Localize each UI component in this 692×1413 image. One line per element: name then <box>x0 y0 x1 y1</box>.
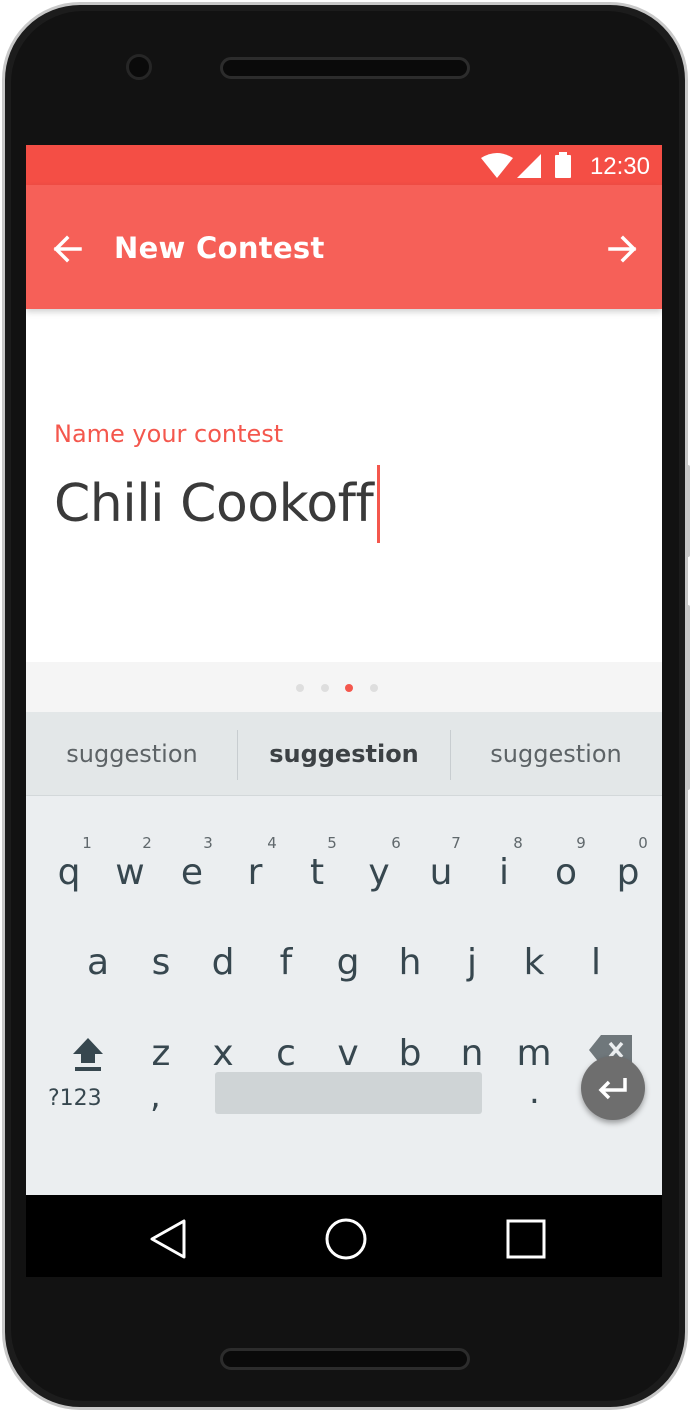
key-i[interactable]: i <box>477 852 531 893</box>
enter-key[interactable] <box>581 1056 645 1120</box>
suggestion-right[interactable]: suggestion <box>450 740 662 768</box>
key-hint: 3 <box>203 834 213 852</box>
key-q[interactable]: q <box>42 852 96 893</box>
key-v[interactable]: v <box>321 1033 375 1074</box>
status-bar: 12:30 <box>26 145 662 185</box>
key-hint: 2 <box>142 834 152 852</box>
symbols-key[interactable]: ?123 <box>48 1086 102 1111</box>
key-w[interactable]: w <box>103 852 157 893</box>
volume-button <box>686 605 690 790</box>
period-key[interactable]: . <box>529 1072 540 1112</box>
key-hint: 1 <box>82 834 92 852</box>
key-r[interactable]: r <box>228 852 282 893</box>
back-triangle-icon[interactable] <box>146 1217 190 1261</box>
key-g[interactable]: g <box>321 942 375 983</box>
key-d[interactable]: d <box>196 942 250 983</box>
page-title: New Contest <box>114 231 325 265</box>
key-t[interactable]: t <box>290 852 344 893</box>
contest-name-value: Chili Cookoff <box>54 474 374 534</box>
power-button <box>686 465 690 557</box>
arrow-left-icon[interactable] <box>48 229 88 269</box>
text-cursor <box>377 465 381 543</box>
key-b[interactable]: b <box>383 1033 437 1074</box>
page-indicator <box>26 662 662 712</box>
suggestion-left[interactable]: suggestion <box>26 740 238 768</box>
home-circle-icon[interactable] <box>324 1217 368 1261</box>
key-u[interactable]: u <box>414 852 468 893</box>
keyboard: 1 q 2 w 3 e 4 r 5 t 6 y 7 u 8 i 9 o 0 p … <box>26 796 662 1195</box>
key-j[interactable]: j <box>445 942 499 983</box>
battery-icon <box>555 152 571 178</box>
page-dot <box>370 684 378 692</box>
key-a[interactable]: a <box>71 942 125 983</box>
key-p[interactable]: p <box>601 852 655 893</box>
contest-name-input[interactable]: Chili Cookoff <box>54 465 381 543</box>
page-dot <box>321 684 329 692</box>
contest-name-label: Name your contest <box>54 420 284 448</box>
shift-icon[interactable] <box>68 1034 108 1074</box>
key-n[interactable]: n <box>445 1033 499 1074</box>
space-bar[interactable] <box>215 1072 482 1114</box>
key-m[interactable]: m <box>507 1033 561 1074</box>
status-time: 12:30 <box>589 153 650 180</box>
key-f[interactable]: f <box>259 942 313 983</box>
screen: 12:30 New Contest Name your contest Chil… <box>26 145 662 1277</box>
key-c[interactable]: c <box>259 1033 313 1074</box>
key-hint: 7 <box>451 834 461 852</box>
key-hint: 8 <box>513 834 523 852</box>
key-h[interactable]: h <box>383 942 437 983</box>
form-area: Name your contest Chili Cookoff <box>26 309 662 662</box>
front-camera <box>126 54 152 80</box>
wifi-icon <box>481 153 513 178</box>
top-speaker <box>220 57 470 79</box>
suggestion-bar: suggestion suggestion suggestion <box>26 712 662 796</box>
key-hint: 4 <box>267 834 277 852</box>
page-dot <box>296 684 304 692</box>
app-bar: New Contest <box>26 185 662 309</box>
recents-square-icon[interactable] <box>504 1217 548 1261</box>
key-hint: 6 <box>391 834 401 852</box>
key-k[interactable]: k <box>507 942 561 983</box>
key-l[interactable]: l <box>569 942 623 983</box>
status-icons <box>481 152 571 178</box>
key-x[interactable]: x <box>196 1033 250 1074</box>
key-hint: 9 <box>576 834 586 852</box>
arrow-right-icon[interactable] <box>602 229 642 269</box>
system-nav-bar <box>26 1195 662 1277</box>
key-hint: 0 <box>638 834 648 852</box>
comma-key[interactable]: , <box>150 1076 161 1116</box>
key-hint: 5 <box>327 834 337 852</box>
key-y[interactable]: y <box>352 852 406 893</box>
cellular-icon <box>517 154 541 178</box>
bottom-speaker <box>220 1348 470 1370</box>
enter-icon <box>598 1078 627 1100</box>
key-s[interactable]: s <box>134 942 188 983</box>
key-e[interactable]: e <box>165 852 219 893</box>
suggestion-center[interactable]: suggestion <box>238 740 450 768</box>
key-z[interactable]: z <box>134 1033 188 1074</box>
page-dot-active <box>345 684 353 692</box>
key-o[interactable]: o <box>539 852 593 893</box>
